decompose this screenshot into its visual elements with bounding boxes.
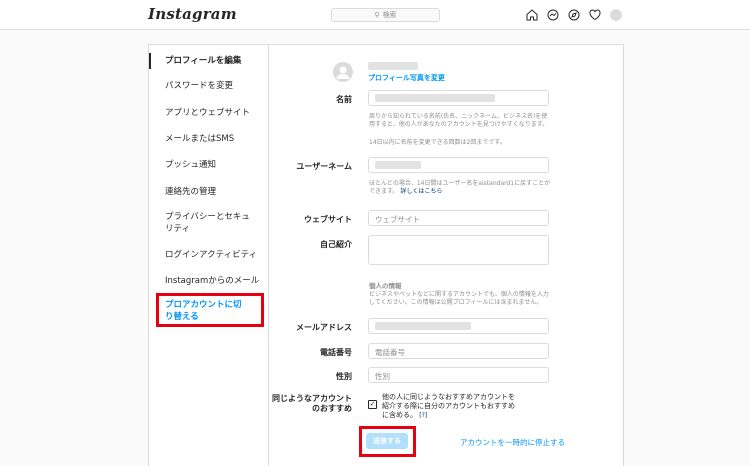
website-field[interactable]: ウェブサイト — [368, 210, 549, 226]
phone-field[interactable]: 電話番号 — [368, 343, 549, 359]
change-photo-link[interactable]: プロフィール写真を変更 — [368, 73, 445, 83]
explore-icon[interactable] — [568, 9, 580, 21]
email-label: メールアドレス — [296, 323, 352, 332]
profile-avatar-large[interactable] — [333, 62, 353, 82]
website-label: ウェブサイト — [304, 215, 352, 224]
sidebar-item-push[interactable]: プッシュ通知 — [149, 159, 216, 171]
bio-textarea[interactable] — [368, 235, 549, 265]
email-field[interactable] — [368, 318, 549, 334]
sidebar-item-login-activity[interactable]: ログインアクティビティ — [149, 249, 257, 261]
search-input[interactable]: ⚲ 検索 — [331, 8, 440, 22]
sidebar-item-password[interactable]: パスワードを変更 — [149, 80, 233, 92]
highlight-box-submit — [359, 426, 416, 457]
username-label: ユーザーネーム — [296, 162, 352, 171]
top-nav: Instagram ⚲ 検索 — [0, 0, 750, 30]
username-field[interactable] — [368, 157, 549, 173]
suggest-label: 同じようなアカウントのおすすめ — [272, 394, 352, 413]
sidebar-item-email-sms[interactable]: メールまたはSMS — [149, 133, 234, 145]
home-icon[interactable] — [526, 9, 538, 21]
search-icon: ⚲ — [374, 11, 380, 19]
deactivate-account-link[interactable]: アカウントを一時的に停止する — [460, 437, 565, 448]
suggest-checkbox[interactable]: ✓ — [368, 400, 377, 409]
heart-icon[interactable] — [589, 9, 601, 21]
suggest-text: 他の人に同じようなおすすめアカウントを紹介する際に自分のアカウントもおすすめに含… — [382, 393, 517, 420]
sidebar-item-privacy[interactable]: プライバシーとセキュリティ — [149, 211, 253, 235]
instagram-logo[interactable]: Instagram — [148, 5, 237, 23]
search-placeholder: 検索 — [382, 11, 397, 19]
suggest-help-link[interactable]: [?] — [419, 412, 427, 419]
name-field[interactable] — [368, 90, 549, 106]
settings-sidebar: プロフィールを編集 パスワードを変更 アプリとウェブサイト メールまたはSMS … — [149, 45, 269, 466]
gender-field[interactable]: 性別 — [368, 367, 549, 383]
username-help-text: ほとんどの場合、14日間はユーザー名をaistandard1に戻すことができます… — [369, 180, 551, 195]
sidebar-item-contacts[interactable]: 連絡先の管理 — [149, 186, 216, 198]
phone-label: 電話番号 — [320, 348, 352, 357]
bio-label: 自己紹介 — [320, 240, 352, 249]
gender-label: 性別 — [336, 372, 352, 381]
personal-info-help: ビジネスやペットなどに関するアカウントでも、個人の情報を入力してください。この情… — [369, 291, 549, 306]
sidebar-item-apps[interactable]: アプリとウェブサイト — [149, 107, 250, 119]
name-help-limit: 14日以内に名前を変更できる回数は2回までです。 — [369, 139, 506, 146]
profile-avatar[interactable] — [610, 9, 622, 21]
sidebar-item-edit-profile[interactable]: プロフィールを編集 — [149, 53, 267, 69]
nav-icons — [526, 9, 622, 21]
username-help: ほとんどの場合、14日間はユーザー名をaistandard1に戻すことができます… — [369, 180, 551, 196]
personal-info-title: 個人の情報 — [369, 282, 402, 290]
highlight-box-pro — [156, 293, 264, 327]
learn-more-link[interactable]: 詳しくはこちら — [400, 188, 442, 195]
messenger-icon[interactable] — [547, 9, 559, 21]
username-blurred — [368, 62, 418, 70]
suggest-text-body: 他の人に同じようなおすすめアカウントを紹介する際に自分のアカウントもおすすめに含… — [382, 393, 515, 419]
name-label: 名前 — [336, 95, 352, 104]
sidebar-item-emails[interactable]: Instagramからのメール — [149, 275, 259, 287]
name-help: 周りから知られている名前(氏名、ニックネーム、ビジネス名)を使用すると、他の人が… — [369, 113, 549, 128]
